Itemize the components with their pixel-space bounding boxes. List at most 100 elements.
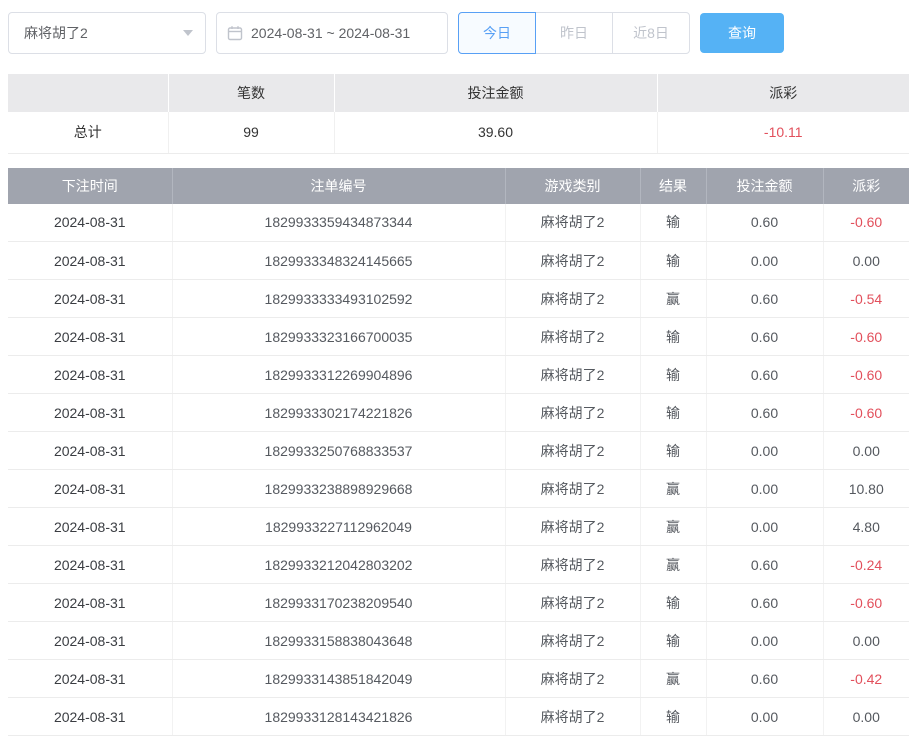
cell-result: 输 xyxy=(640,356,706,394)
cell-bet-amount: 0.60 xyxy=(706,280,823,318)
cell-bet-time: 2024-08-31 xyxy=(8,660,172,698)
table-row: 2024-08-311829933128143421826麻将胡了2输0.000… xyxy=(8,698,909,736)
cell-bet-time: 2024-08-31 xyxy=(8,584,172,622)
cell-payout: 10.80 xyxy=(823,470,909,508)
table-row: 2024-08-311829933359434873344麻将胡了2输0.60-… xyxy=(8,204,909,242)
cell-bet-amount: 0.60 xyxy=(706,660,823,698)
cell-bet-amount: 0.00 xyxy=(706,432,823,470)
cell-payout: -0.42 xyxy=(823,660,909,698)
cell-bet-id: 1829933170238209540 xyxy=(172,584,505,622)
cell-game-type: 麻将胡了2 xyxy=(505,660,640,698)
summary-header-bet-amount: 投注金额 xyxy=(334,74,657,112)
bet-table-body: 2024-08-311829933359434873344麻将胡了2输0.60-… xyxy=(8,204,909,736)
cell-bet-amount: 0.00 xyxy=(706,242,823,280)
cell-result: 赢 xyxy=(640,508,706,546)
cell-bet-id: 1829933212042803202 xyxy=(172,546,505,584)
cell-result: 赢 xyxy=(640,470,706,508)
yesterday-button[interactable]: 昨日 xyxy=(535,12,613,54)
cell-bet-time: 2024-08-31 xyxy=(8,242,172,280)
filter-toolbar: 麻将胡了2 2024-08-31 ~ 2024-08-31 今日 昨日 近8日 … xyxy=(8,12,909,54)
summary-header-row: 笔数 投注金额 派彩 xyxy=(8,74,909,112)
table-row: 2024-08-311829933143851842049麻将胡了2赢0.60-… xyxy=(8,660,909,698)
summary-count-value: 99 xyxy=(168,112,334,153)
cell-game-type: 麻将胡了2 xyxy=(505,698,640,736)
cell-bet-amount: 0.00 xyxy=(706,698,823,736)
chevron-down-icon xyxy=(183,30,193,36)
summary-header-count: 笔数 xyxy=(168,74,334,112)
cell-game-type: 麻将胡了2 xyxy=(505,356,640,394)
cell-payout: -0.24 xyxy=(823,546,909,584)
cell-bet-id: 1829933302174221826 xyxy=(172,394,505,432)
cell-bet-amount: 0.00 xyxy=(706,470,823,508)
cell-bet-amount: 0.60 xyxy=(706,204,823,242)
cell-bet-id: 1829933312269904896 xyxy=(172,356,505,394)
cell-bet-id: 1829933333493102592 xyxy=(172,280,505,318)
header-bet-id: 注单编号 xyxy=(172,168,505,204)
table-row: 2024-08-311829933238898929668麻将胡了2赢0.001… xyxy=(8,470,909,508)
cell-game-type: 麻将胡了2 xyxy=(505,318,640,356)
cell-result: 输 xyxy=(640,698,706,736)
today-button[interactable]: 今日 xyxy=(458,12,536,54)
cell-game-type: 麻将胡了2 xyxy=(505,432,640,470)
date-range-picker[interactable]: 2024-08-31 ~ 2024-08-31 xyxy=(216,12,448,54)
header-game-type: 游戏类别 xyxy=(505,168,640,204)
header-bet-time: 下注时间 xyxy=(8,168,172,204)
header-payout: 派彩 xyxy=(823,168,909,204)
cell-bet-time: 2024-08-31 xyxy=(8,432,172,470)
date-range-value: 2024-08-31 ~ 2024-08-31 xyxy=(251,25,410,41)
cell-game-type: 麻将胡了2 xyxy=(505,280,640,318)
table-row: 2024-08-311829933158838043648麻将胡了2输0.000… xyxy=(8,622,909,660)
cell-payout: -0.60 xyxy=(823,584,909,622)
table-row: 2024-08-311829933250768833537麻将胡了2输0.000… xyxy=(8,432,909,470)
cell-payout: -0.60 xyxy=(823,356,909,394)
cell-bet-time: 2024-08-31 xyxy=(8,546,172,584)
cell-payout: 0.00 xyxy=(823,242,909,280)
cell-bet-id: 1829933323166700035 xyxy=(172,318,505,356)
cell-game-type: 麻将胡了2 xyxy=(505,394,640,432)
cell-bet-id: 1829933250768833537 xyxy=(172,432,505,470)
cell-bet-amount: 0.60 xyxy=(706,318,823,356)
cell-result: 输 xyxy=(640,242,706,280)
cell-game-type: 麻将胡了2 xyxy=(505,204,640,242)
cell-payout: 0.00 xyxy=(823,432,909,470)
cell-bet-time: 2024-08-31 xyxy=(8,394,172,432)
cell-bet-id: 1829933359434873344 xyxy=(172,204,505,242)
quick-date-button-group: 今日 昨日 近8日 xyxy=(458,12,690,54)
cell-bet-amount: 0.00 xyxy=(706,622,823,660)
cell-result: 输 xyxy=(640,394,706,432)
cell-result: 赢 xyxy=(640,546,706,584)
last-8-days-button[interactable]: 近8日 xyxy=(612,12,690,54)
cell-payout: -0.60 xyxy=(823,394,909,432)
summary-bet-amount-value: 39.60 xyxy=(334,112,657,153)
game-select[interactable]: 麻将胡了2 xyxy=(8,12,206,54)
query-button[interactable]: 查询 xyxy=(700,13,784,53)
cell-payout: 4.80 xyxy=(823,508,909,546)
game-select-value: 麻将胡了2 xyxy=(24,23,88,43)
bet-records-table: 下注时间 注单编号 游戏类别 结果 投注金额 派彩 2024-08-311829… xyxy=(8,168,909,736)
cell-result: 输 xyxy=(640,584,706,622)
cell-bet-id: 1829933227112962049 xyxy=(172,508,505,546)
cell-game-type: 麻将胡了2 xyxy=(505,242,640,280)
header-result: 结果 xyxy=(640,168,706,204)
cell-bet-id: 1829933143851842049 xyxy=(172,660,505,698)
cell-bet-time: 2024-08-31 xyxy=(8,508,172,546)
cell-result: 输 xyxy=(640,204,706,242)
cell-bet-id: 1829933128143421826 xyxy=(172,698,505,736)
cell-bet-amount: 0.60 xyxy=(706,584,823,622)
table-row: 2024-08-311829933333493102592麻将胡了2赢0.60-… xyxy=(8,280,909,318)
summary-table: 笔数 投注金额 派彩 总计 99 39.60 -10.11 xyxy=(8,74,909,154)
cell-game-type: 麻将胡了2 xyxy=(505,622,640,660)
table-row: 2024-08-311829933348324145665麻将胡了2输0.000… xyxy=(8,242,909,280)
summary-total-row: 总计 99 39.60 -10.11 xyxy=(8,112,909,153)
cell-payout: -0.54 xyxy=(823,280,909,318)
cell-game-type: 麻将胡了2 xyxy=(505,584,640,622)
cell-bet-amount: 0.60 xyxy=(706,546,823,584)
cell-bet-time: 2024-08-31 xyxy=(8,280,172,318)
cell-bet-amount: 0.00 xyxy=(706,508,823,546)
cell-payout: 0.00 xyxy=(823,622,909,660)
summary-payout-value: -10.11 xyxy=(657,112,909,153)
cell-result: 输 xyxy=(640,622,706,660)
cell-bet-time: 2024-08-31 xyxy=(8,204,172,242)
cell-bet-id: 1829933348324145665 xyxy=(172,242,505,280)
summary-header-empty xyxy=(8,74,168,112)
